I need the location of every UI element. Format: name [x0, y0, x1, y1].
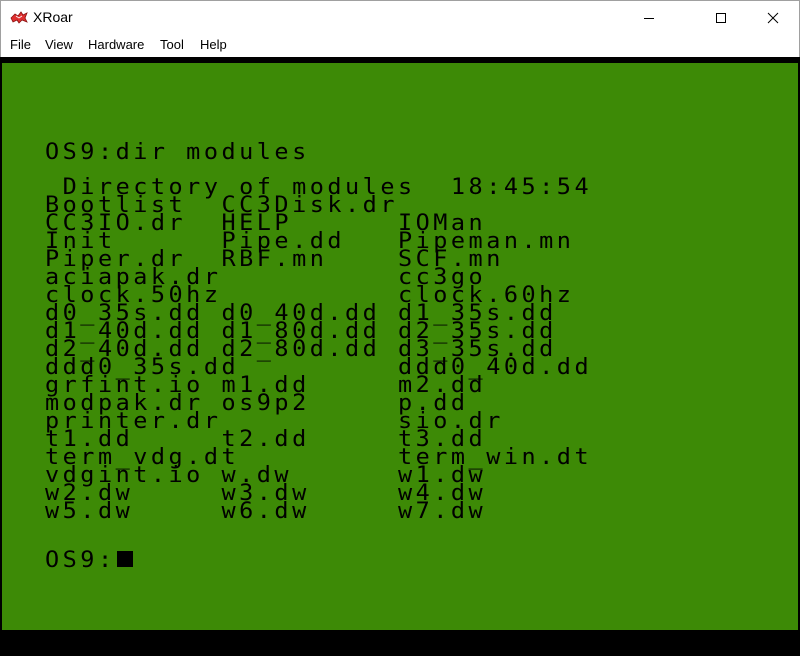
screen-border-bottom — [0, 630, 800, 656]
xroar-window: XRoar File View Hardware Tool Help OS9:d… — [0, 0, 800, 656]
terminal-cursor — [117, 551, 133, 567]
menu-file[interactable]: File — [10, 37, 31, 52]
terminal-prompt: OS9: — [45, 546, 116, 573]
menu-view[interactable]: View — [45, 37, 73, 52]
terminal-command-line: OS9:dir modules — [45, 138, 310, 165]
maximize-icon — [716, 12, 726, 23]
menu-bar: File View Hardware Tool Help — [0, 34, 800, 57]
close-button[interactable] — [750, 1, 796, 34]
menu-hardware[interactable]: Hardware — [88, 37, 144, 52]
menu-help[interactable]: Help — [200, 37, 227, 52]
title-bar[interactable]: XRoar — [0, 0, 800, 34]
minimize-icon — [644, 17, 654, 19]
window-title: XRoar — [33, 9, 73, 25]
terminal-listing-line: w5.dw w6.dw w7.dw — [45, 497, 487, 524]
menu-tool[interactable]: Tool — [160, 37, 184, 52]
minimize-button[interactable] — [626, 1, 672, 34]
xroar-dragon-icon — [10, 11, 28, 24]
close-icon — [767, 12, 779, 23]
maximize-button[interactable] — [698, 1, 744, 34]
